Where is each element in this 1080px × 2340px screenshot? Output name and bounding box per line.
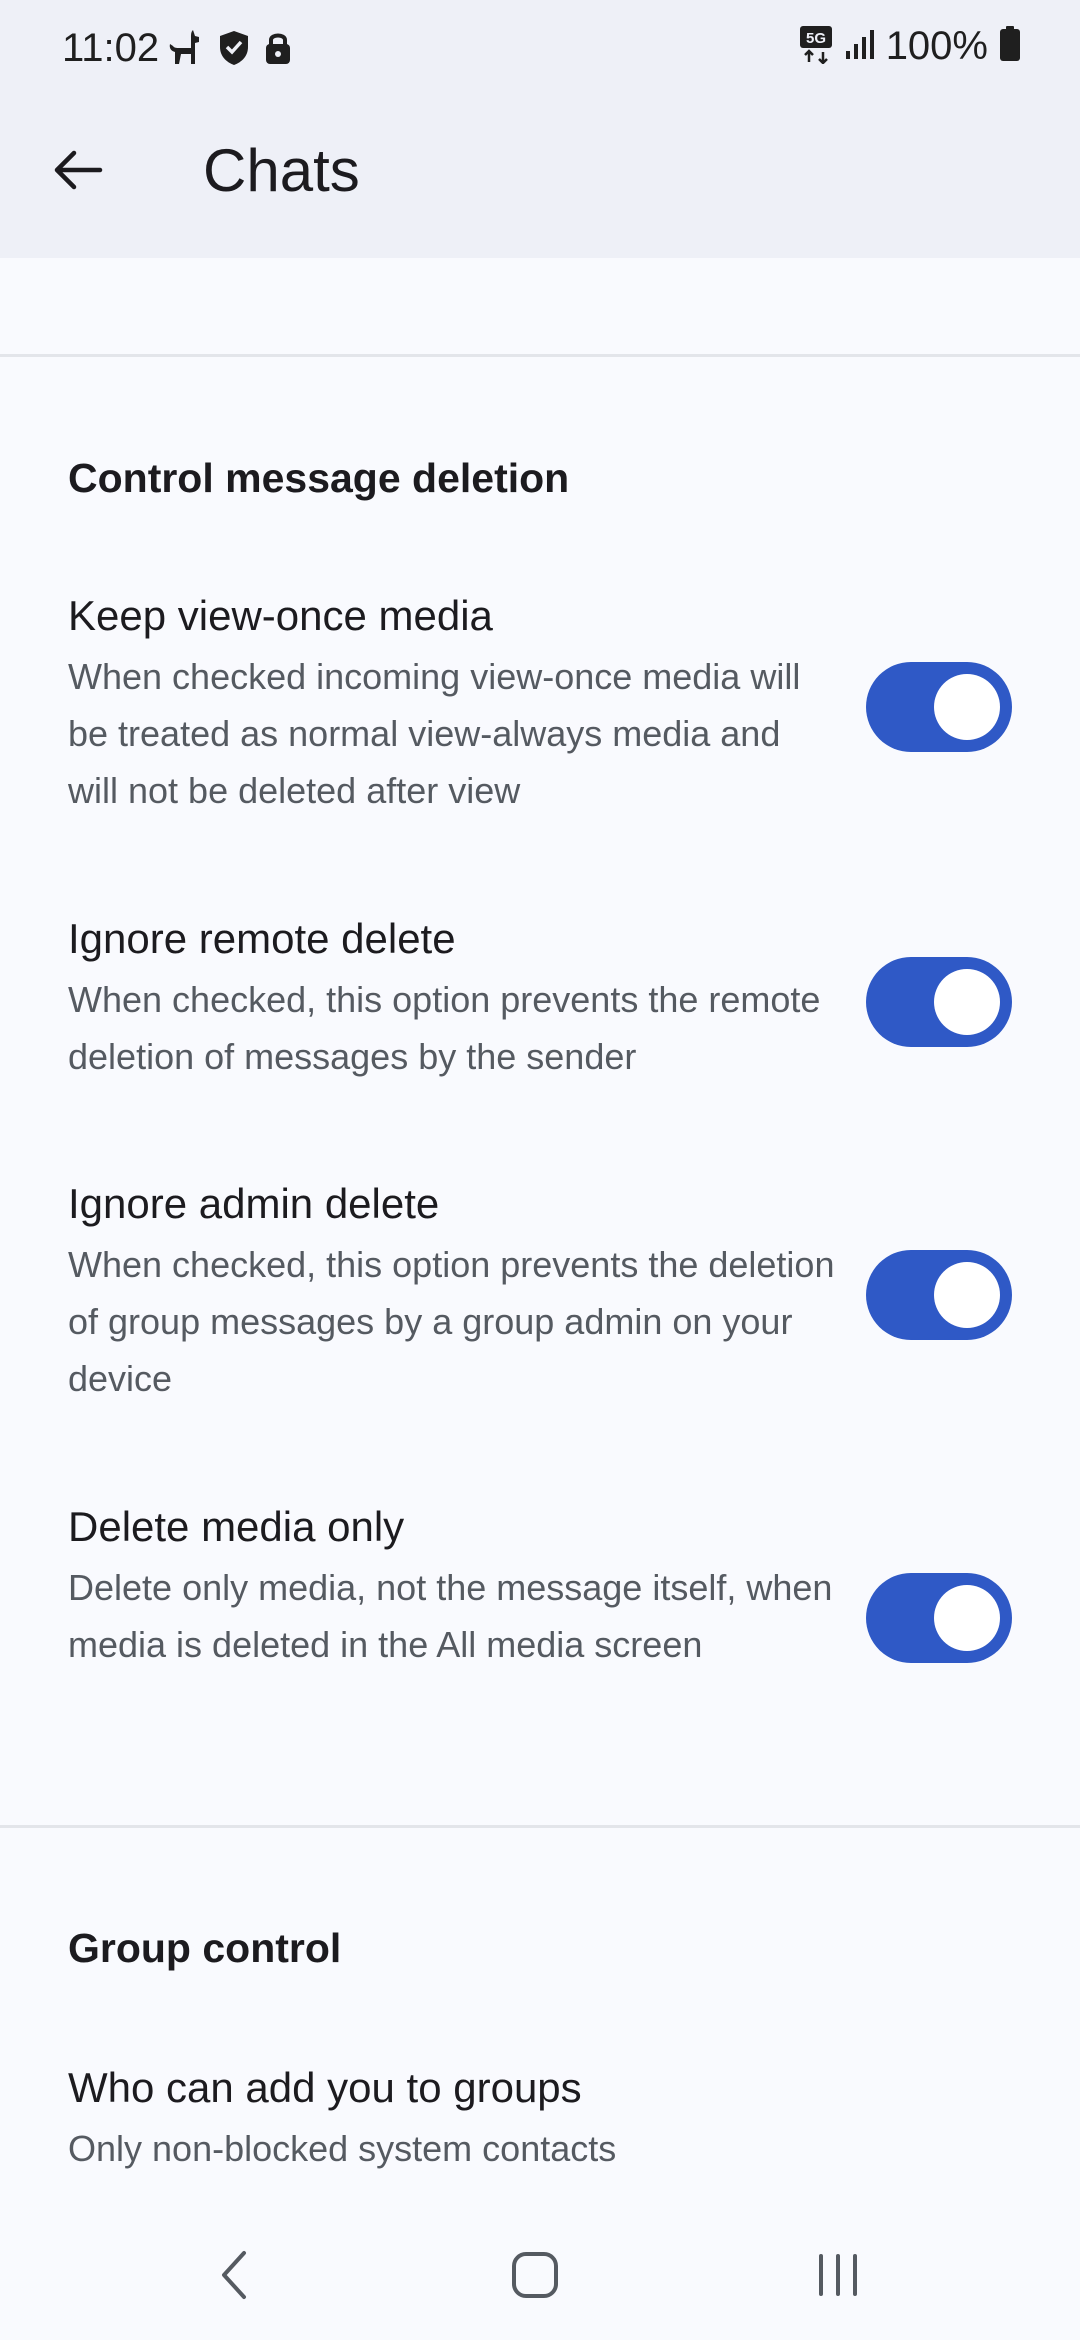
svg-text:5G: 5G (806, 30, 826, 47)
status-bar: 11:02 5G 100% (0, 0, 1080, 100)
toggle-switch[interactable] (866, 662, 1012, 752)
signal-icon (844, 27, 876, 66)
nav-back-button[interactable] (184, 2230, 284, 2320)
toggle-switch[interactable] (866, 1573, 1012, 1663)
section-header-group-control: Group control (68, 1925, 342, 1971)
toggle-switch[interactable] (866, 1250, 1012, 1340)
toggle-switch[interactable] (866, 957, 1012, 1047)
nav-recents-button[interactable] (788, 2230, 888, 2320)
status-icons-right: 5G 100% (798, 24, 1022, 69)
5g-icon: 5G (798, 24, 834, 69)
setting-description: Only non-blocked system contacts (68, 2128, 617, 2169)
setting-who-can-add-to-groups[interactable]: Who can add you to groups Only non-block… (0, 2064, 1080, 2194)
back-button[interactable] (36, 128, 120, 212)
status-icons-left (165, 28, 293, 73)
battery-percentage: 100% (885, 24, 988, 68)
battery-icon (998, 25, 1022, 68)
lock-icon (263, 29, 293, 72)
nav-recents-icon (819, 2254, 857, 2296)
app-bar: Chats (0, 110, 1080, 230)
section-divider (0, 1825, 1080, 1828)
setting-title: Ignore remote delete (68, 915, 456, 962)
arrow-back-icon (54, 150, 103, 190)
setting-delete-media-only[interactable]: Delete media only Delete only media, not… (0, 1503, 1080, 1743)
setting-description: When checked incoming view-once media wi… (68, 656, 801, 811)
shield-icon (217, 29, 251, 72)
setting-description: When checked, this option prevents the r… (68, 979, 821, 1077)
toggle-knob (934, 674, 1000, 740)
setting-ignore-admin-delete[interactable]: Ignore admin delete When checked, this o… (0, 1180, 1080, 1420)
setting-description: Delete only media, not the message itsel… (68, 1567, 833, 1665)
status-time: 11:02 (62, 26, 160, 70)
nav-back-icon (222, 2251, 246, 2299)
top-app-area: 11:02 5G 100% Chats (0, 0, 1080, 258)
setting-title: Delete media only (68, 1503, 405, 1550)
setting-title: Keep view-once media (68, 592, 493, 639)
page-title: Chats (203, 137, 360, 204)
setting-keep-view-once-media[interactable]: Keep view-once media When checked incomi… (0, 592, 1080, 832)
nav-home-button[interactable] (485, 2230, 585, 2320)
setting-ignore-remote-delete[interactable]: Ignore remote delete When checked, this … (0, 915, 1080, 1095)
llama-icon (165, 28, 205, 73)
setting-title: Ignore admin delete (68, 1180, 440, 1227)
toggle-knob (934, 1585, 1000, 1651)
nav-home-icon (512, 2252, 558, 2298)
setting-title: Who can add you to groups (68, 2064, 582, 2111)
toggle-knob (934, 969, 1000, 1035)
toggle-knob (934, 1262, 1000, 1328)
system-nav-bar (0, 2210, 1080, 2340)
section-divider (0, 354, 1080, 357)
section-header-deletion: Control message deletion (68, 455, 570, 501)
setting-description: When checked, this option prevents the d… (68, 1244, 835, 1399)
